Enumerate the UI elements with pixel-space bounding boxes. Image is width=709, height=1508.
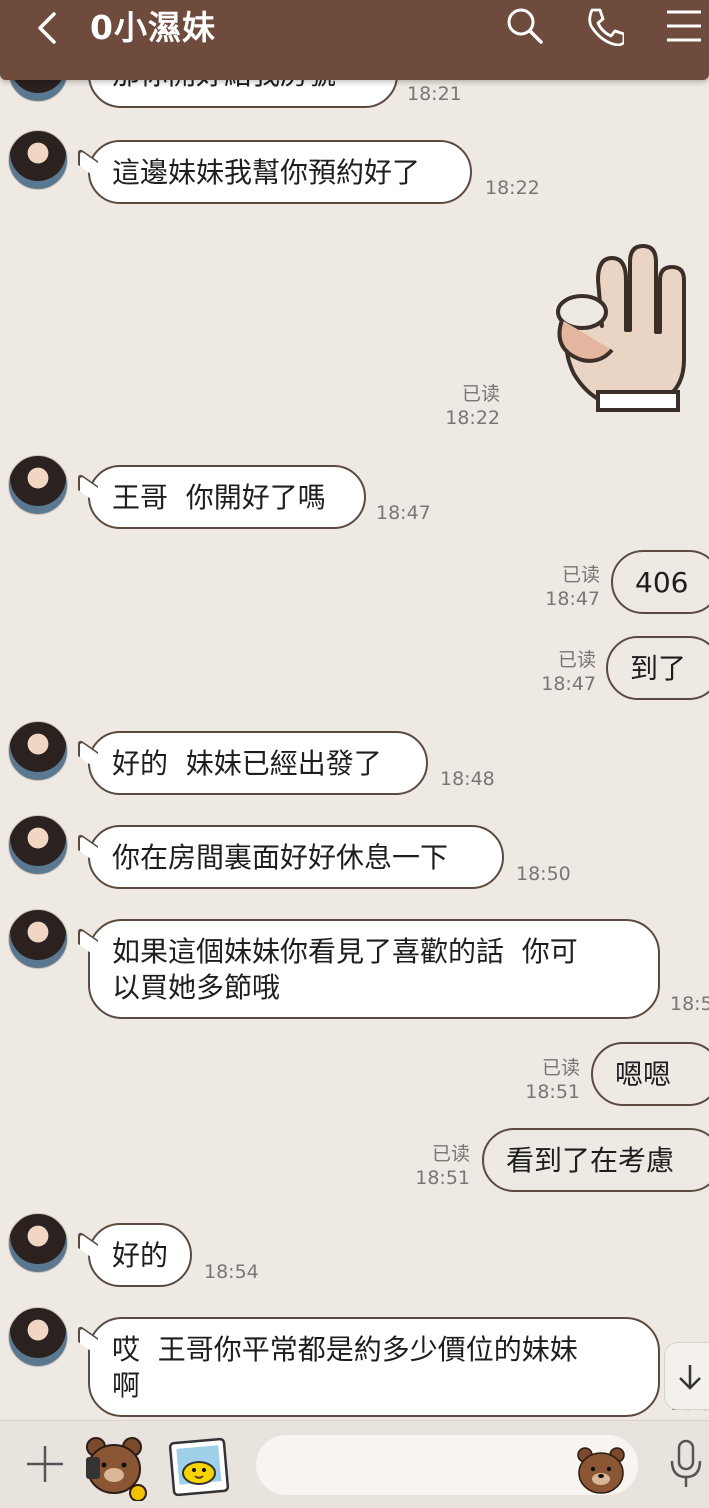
- incoming-message[interactable]: 好的: [88, 1223, 192, 1287]
- message-time: 18:51: [525, 1081, 580, 1103]
- input-bar: [0, 1420, 709, 1508]
- message-time: 18:51: [415, 1167, 470, 1189]
- chat-header: 0小濕妹: [0, 0, 709, 80]
- message-time: 18:54: [204, 1261, 259, 1283]
- outgoing-message[interactable]: 到了: [606, 636, 709, 700]
- photo-sticker-icon[interactable]: [166, 1437, 232, 1499]
- incoming-message[interactable]: 如果這個妹妹你看見了喜歡的話 你可 以買她多節哦: [88, 919, 660, 1019]
- incoming-message[interactable]: 你在房間裏面好好休息一下: [88, 825, 504, 889]
- outgoing-message[interactable]: 嗯嗯: [591, 1042, 709, 1106]
- read-receipt: 已读 18:47: [530, 563, 600, 611]
- avatar[interactable]: [8, 815, 68, 875]
- read-label: 已读: [461, 383, 500, 405]
- scroll-to-bottom-button[interactable]: [664, 1342, 709, 1410]
- avatar[interactable]: [8, 80, 68, 102]
- avatar[interactable]: [8, 721, 68, 781]
- emoji-bear-icon[interactable]: [574, 1445, 628, 1495]
- plus-icon[interactable]: [24, 1443, 66, 1485]
- message-time: 18:21: [407, 83, 462, 105]
- read-label: 已读: [431, 1143, 470, 1165]
- microphone-icon[interactable]: [668, 1439, 704, 1491]
- back-arrow-icon[interactable]: [30, 8, 66, 48]
- message-time: 18:22: [485, 177, 540, 199]
- read-receipt: 已读 18:51: [510, 1056, 580, 1104]
- phone-call-icon[interactable]: [584, 6, 624, 46]
- read-label: 已读: [557, 649, 596, 671]
- message-list[interactable]: 那你開好給我房號 18:21 這邊妹妹我幫你預約好了 18:22 已读 18:2…: [0, 80, 709, 1420]
- avatar[interactable]: [8, 1307, 68, 1367]
- read-label: 已读: [541, 1057, 580, 1079]
- read-receipt: 已读 18:22: [430, 382, 500, 430]
- message-time: 18:47: [376, 502, 431, 524]
- search-icon[interactable]: [505, 6, 545, 46]
- ok-hand-sticker[interactable]: [548, 240, 688, 420]
- avatar[interactable]: [8, 909, 68, 969]
- arrow-down-icon: [679, 1365, 701, 1390]
- read-receipt: 已读 18:47: [526, 648, 596, 696]
- incoming-message[interactable]: 這邊妹妹我幫你預約好了: [88, 140, 472, 204]
- incoming-message[interactable]: 王哥 你開好了嗎: [88, 465, 366, 529]
- brown-bear-sticker-icon[interactable]: [80, 1433, 152, 1501]
- incoming-message[interactable]: 哎 王哥你平常都是約多少價位的妹妹 啊: [88, 1317, 660, 1417]
- outgoing-message[interactable]: 看到了在考慮: [482, 1128, 709, 1192]
- message-time: 18:50: [516, 863, 571, 885]
- menu-icon[interactable]: [664, 6, 704, 46]
- message-time: 18:5: [670, 993, 709, 1015]
- outgoing-message[interactable]: 406: [611, 550, 709, 614]
- avatar[interactable]: [8, 130, 68, 190]
- read-receipt: 已读 18:51: [400, 1142, 470, 1190]
- message-time: 18:48: [440, 768, 495, 790]
- read-label: 已读: [561, 564, 600, 586]
- message-time: 18:22: [445, 407, 500, 429]
- message-time: 18:47: [541, 673, 596, 695]
- message-time: 18:47: [545, 588, 600, 610]
- avatar[interactable]: [8, 1213, 68, 1273]
- chat-title: 0小濕妹: [90, 8, 216, 47]
- avatar[interactable]: [8, 455, 68, 515]
- incoming-message[interactable]: 那你開好給我房號: [88, 80, 398, 108]
- incoming-message[interactable]: 好的 妹妹已經出發了: [88, 731, 428, 795]
